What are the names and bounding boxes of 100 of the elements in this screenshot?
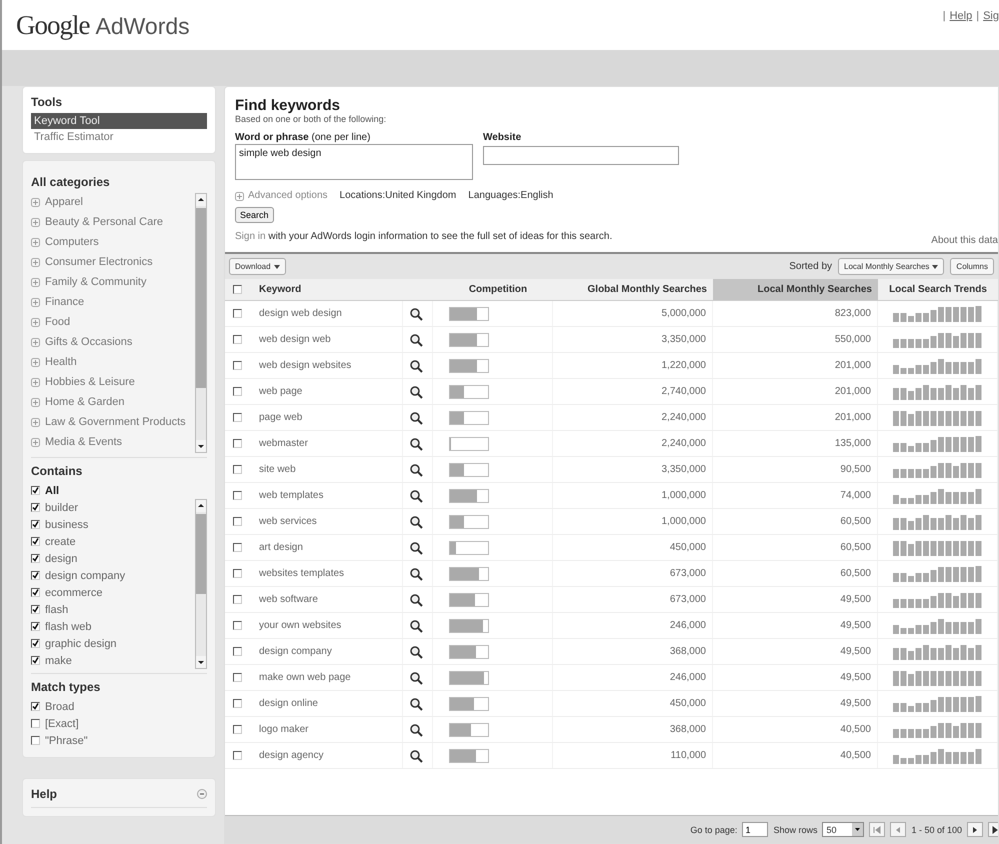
checkbox[interactable] [233, 517, 242, 526]
next-page-button[interactable] [967, 822, 983, 837]
checkbox[interactable] [233, 699, 242, 708]
expand-icon[interactable] [31, 238, 40, 247]
previous-page-button[interactable] [890, 822, 906, 837]
columns-button[interactable]: Columns [950, 258, 994, 275]
checkbox[interactable] [31, 537, 40, 546]
category-item[interactable]: Beauty & Personal Care [45, 216, 164, 228]
checkbox[interactable] [233, 413, 242, 422]
checkbox[interactable] [31, 656, 40, 665]
checkbox[interactable] [233, 569, 242, 578]
checkbox[interactable] [31, 554, 40, 563]
checkbox[interactable] [31, 588, 40, 597]
checkbox[interactable] [31, 736, 40, 745]
expand-icon[interactable] [31, 318, 40, 327]
checkbox[interactable] [31, 571, 40, 580]
checkbox[interactable] [31, 520, 40, 529]
category-item[interactable]: Home & Garden [45, 396, 124, 408]
category-item[interactable]: Family & Community [45, 276, 146, 288]
expand-icon[interactable] [31, 258, 40, 267]
column-header[interactable]: Competition [443, 279, 553, 300]
search-icon[interactable] [409, 306, 423, 320]
expand-icon[interactable] [235, 192, 244, 201]
search-icon[interactable] [409, 540, 423, 554]
checkbox[interactable] [233, 439, 242, 448]
checkbox[interactable] [31, 702, 40, 711]
search-icon[interactable] [409, 696, 423, 710]
checkbox[interactable] [233, 647, 242, 656]
checkbox[interactable] [233, 621, 242, 630]
search-icon[interactable] [409, 488, 423, 502]
header-link[interactable]: Help [950, 10, 972, 22]
search-icon[interactable] [409, 384, 423, 398]
scroll-up-icon[interactable] [196, 194, 206, 206]
keyword-field[interactable]: simple web design [235, 144, 473, 180]
advanced-options-link[interactable]: Advanced options [248, 190, 328, 201]
checkbox[interactable] [233, 725, 242, 734]
checkbox[interactable] [31, 486, 40, 495]
category-item[interactable]: Apparel [45, 196, 83, 208]
scrollbar[interactable] [195, 499, 207, 669]
search-icon[interactable] [409, 748, 423, 762]
search-icon[interactable] [409, 566, 423, 580]
category-item[interactable]: Hobbies & Leisure [45, 376, 135, 388]
checkbox[interactable] [233, 285, 242, 294]
checkbox[interactable] [233, 465, 242, 474]
search-icon[interactable] [409, 358, 423, 372]
sign-in-link[interactable]: Sign in [235, 231, 266, 242]
first-page-button[interactable] [869, 822, 886, 837]
expand-icon[interactable] [31, 398, 40, 407]
expand-icon[interactable] [31, 438, 40, 447]
checkbox[interactable] [233, 387, 242, 396]
collapse-icon[interactable] [197, 789, 207, 799]
checkbox[interactable] [233, 543, 242, 552]
tool-link[interactable]: Traffic Estimator [31, 129, 207, 145]
tool-link[interactable]: Keyword Tool [31, 113, 207, 129]
checkbox[interactable] [233, 335, 242, 344]
expand-icon[interactable] [31, 378, 40, 387]
checkbox[interactable] [233, 595, 242, 604]
column-header[interactable]: Local Monthly Searches [713, 279, 878, 300]
checkbox[interactable] [233, 751, 242, 760]
search-icon[interactable] [409, 644, 423, 658]
category-item[interactable]: Food [45, 316, 70, 328]
column-header[interactable]: Keyword [253, 279, 403, 300]
search-icon[interactable] [409, 670, 423, 684]
search-button[interactable]: Search [235, 207, 274, 223]
header-link[interactable]: Sig [983, 10, 999, 22]
search-icon[interactable] [409, 514, 423, 528]
checkbox[interactable] [31, 503, 40, 512]
expand-icon[interactable] [31, 298, 40, 307]
column-header[interactable]: Global Monthly Searches [553, 279, 713, 300]
search-icon[interactable] [409, 592, 423, 606]
checkbox[interactable] [233, 673, 242, 682]
search-icon[interactable] [409, 722, 423, 736]
scroll-down-icon[interactable] [196, 656, 206, 668]
website-field[interactable] [483, 146, 679, 165]
search-icon[interactable] [409, 462, 423, 476]
search-icon[interactable] [409, 410, 423, 424]
column-header[interactable]: Local Search Trends [878, 279, 998, 300]
scrollbar[interactable] [195, 193, 207, 453]
category-item[interactable]: Law & Government Products [45, 416, 186, 428]
about-data-link[interactable]: About this data [931, 235, 998, 246]
category-item[interactable]: Media & Events [45, 436, 122, 448]
scroll-down-icon[interactable] [196, 440, 206, 452]
search-icon[interactable] [409, 436, 423, 450]
scroll-up-icon[interactable] [196, 500, 206, 512]
checkbox[interactable] [233, 309, 242, 318]
checkbox[interactable] [233, 361, 242, 370]
checkbox[interactable] [233, 491, 242, 500]
category-item[interactable]: Computers [45, 236, 99, 248]
category-item[interactable]: Finance [45, 296, 84, 308]
rows-select[interactable]: 50 [822, 822, 864, 837]
checkbox[interactable] [31, 719, 40, 728]
category-item[interactable]: Gifts & Occasions [45, 336, 132, 348]
category-item[interactable]: Health [45, 356, 77, 368]
sort-dropdown[interactable]: Local Monthly Searches [838, 258, 944, 275]
checkbox[interactable] [31, 622, 40, 631]
expand-icon[interactable] [31, 358, 40, 367]
expand-icon[interactable] [31, 198, 40, 207]
expand-icon[interactable] [31, 278, 40, 287]
search-icon[interactable] [409, 618, 423, 632]
expand-icon[interactable] [31, 338, 40, 347]
